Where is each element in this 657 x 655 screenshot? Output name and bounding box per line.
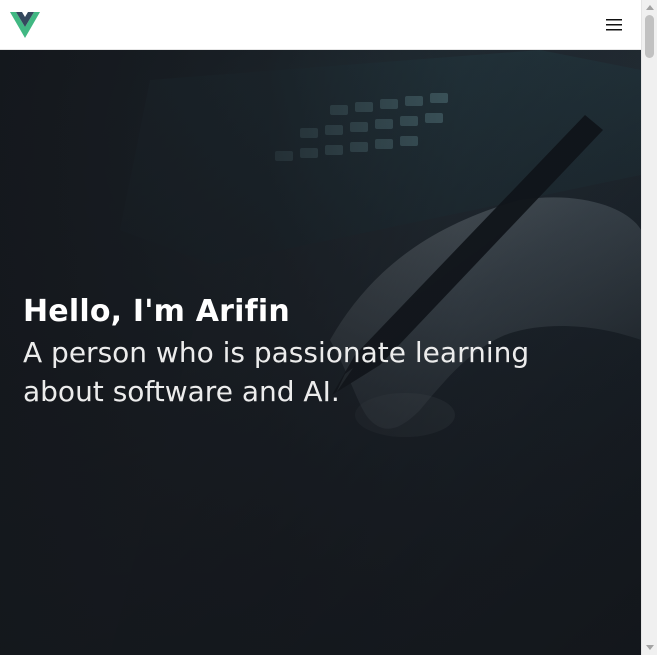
hero-copy: Hello, I'm Arifin A person who is passio… <box>23 294 583 411</box>
scrollbar-thumb[interactable] <box>645 15 654 58</box>
top-navbar <box>0 0 641 50</box>
hamburger-menu-icon[interactable] <box>604 15 626 35</box>
scroll-down-arrow-icon[interactable] <box>646 645 654 650</box>
page-root: Hello, I'm Arifin A person who is passio… <box>0 0 657 655</box>
hero-subtitle: A person who is passionate learning abou… <box>23 336 530 408</box>
scroll-up-arrow-icon[interactable] <box>646 5 654 10</box>
vue-logo-icon[interactable] <box>10 12 40 38</box>
hero-title: Hello, I'm Arifin <box>23 294 290 329</box>
hero-section: Hello, I'm Arifin A person who is passio… <box>0 50 641 655</box>
vertical-scrollbar[interactable] <box>641 0 657 655</box>
